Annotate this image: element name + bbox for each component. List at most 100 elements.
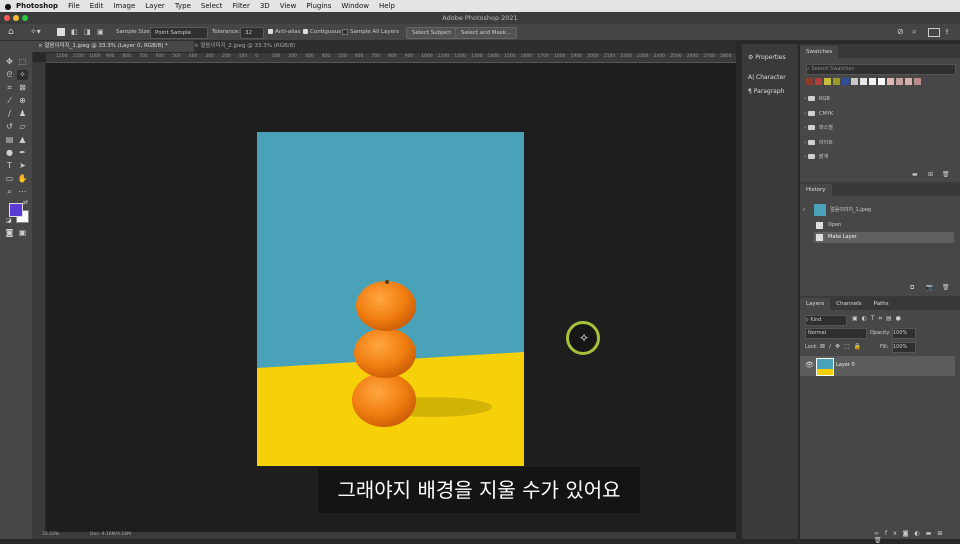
add-to-selection-icon[interactable]: ◧	[71, 27, 78, 37]
select-subject-button[interactable]: Select Subject	[406, 27, 458, 39]
subtract-from-selection-icon[interactable]: ◨	[84, 27, 91, 37]
tab-document-2[interactable]: × 얼음이미지_2.jpeg @ 33.3% (RGB/8)	[188, 41, 340, 52]
swatch-folder-cmyk[interactable]: › CMYK	[804, 109, 833, 119]
tab-document-1[interactable]: × 얼음이미지_1.jpeg @ 33.3% (Layer 0, RGB/8) …	[32, 41, 194, 52]
sample-all-layers-checkbox[interactable]: Sample All Layers	[342, 27, 399, 37]
intersect-selection-icon[interactable]: ▣	[97, 27, 104, 37]
history-snapshot[interactable]: ✓ 얼음이미지_1.jpeg	[802, 202, 954, 218]
tab-history[interactable]: History	[800, 184, 832, 196]
menu-window[interactable]: Window	[341, 2, 369, 10]
menu-layer[interactable]: Layer	[145, 2, 165, 10]
brush-tool-icon[interactable]: ∕	[4, 109, 15, 119]
pen-tool-icon[interactable]: ✒	[17, 148, 28, 158]
type-tool-icon[interactable]: T	[4, 161, 15, 171]
create-snapshot-icon[interactable]: 📷	[926, 284, 933, 291]
new-swatch-icon[interactable]: ⊞	[928, 171, 933, 178]
color-swatch[interactable]	[887, 78, 894, 85]
swatch-search-input[interactable]: ⌕ Search Swatches	[806, 64, 956, 75]
tab-layers[interactable]: Layers	[800, 298, 831, 310]
tab-swatches[interactable]: Swatches	[800, 46, 839, 58]
layer-filter-kind-select[interactable]: ⌕ Kind	[805, 315, 847, 326]
color-swatch[interactable]	[914, 78, 921, 85]
menu-filter[interactable]: Filter	[233, 2, 250, 10]
edit-toolbar-icon[interactable]: ⋯	[17, 187, 28, 197]
lasso-tool-icon[interactable]: ᘓ	[4, 70, 15, 80]
menu-file[interactable]: File	[68, 2, 80, 10]
spot-healing-tool-icon[interactable]: ⊕	[17, 96, 28, 106]
color-swatch[interactable]	[842, 78, 849, 85]
color-swatch[interactable]	[815, 78, 822, 85]
character-panel-button[interactable]: A| Character	[748, 74, 786, 81]
home-icon[interactable]: ⌂	[8, 27, 14, 37]
tab-channels[interactable]: Channels	[830, 298, 867, 310]
select-and-mask-button[interactable]: Select and Mask...	[455, 27, 518, 39]
clone-stamp-tool-icon[interactable]: ♟	[17, 109, 28, 119]
delete-swatch-icon[interactable]: 🗑	[942, 171, 950, 178]
menu-edit[interactable]: Edit	[90, 2, 104, 10]
menu-type[interactable]: Type	[175, 2, 191, 10]
swatch-folder-3[interactable]: › 파스텔	[804, 123, 833, 133]
minimize-window-button[interactable]	[13, 15, 19, 21]
menu-plugins[interactable]: Plugins	[306, 2, 331, 10]
color-swatch[interactable]	[878, 78, 885, 85]
swatch-folder-5[interactable]: › 밝게	[804, 152, 828, 162]
fill-input[interactable]: 100%	[892, 342, 916, 353]
color-swatch[interactable]	[833, 78, 840, 85]
apple-icon[interactable]: ●	[0, 2, 16, 11]
share-document-icon[interactable]: ⇪	[944, 27, 950, 37]
color-swatch[interactable]	[896, 78, 903, 85]
magic-wand-tool-preset-icon[interactable]: ✧▾	[30, 27, 41, 37]
lock-icons[interactable]: ⊠∕✥⬚🔒	[820, 343, 865, 350]
menu-image[interactable]: Image	[113, 2, 135, 10]
eraser-tool-icon[interactable]: ▱	[17, 122, 28, 132]
eye-visibility-icon[interactable]: 👁	[805, 361, 814, 369]
hand-tool-icon[interactable]: ✋	[17, 174, 28, 184]
new-document-from-state-icon[interactable]: ⧉	[910, 284, 914, 292]
foreground-color-fill[interactable]	[9, 203, 23, 217]
sample-size-select[interactable]: Point Sample	[150, 27, 208, 39]
zoom-level[interactable]: 33.33%	[42, 532, 59, 537]
document-image[interactable]	[257, 132, 524, 466]
close-window-button[interactable]	[4, 15, 10, 21]
swatch-folder-rgb[interactable]: › RGB	[804, 94, 830, 104]
workspace-icon[interactable]	[928, 28, 940, 37]
menu-help[interactable]: Help	[379, 2, 395, 10]
layer-filter-icons[interactable]: ▣◐T⌗▤●	[852, 315, 905, 323]
magic-wand-tool-icon[interactable]: ✧	[17, 70, 28, 80]
color-swatch[interactable]	[869, 78, 876, 85]
app-name-menu[interactable]: Photoshop	[16, 2, 58, 10]
share-icon[interactable]: ⊘	[897, 27, 904, 37]
zoom-window-button[interactable]	[22, 15, 28, 21]
move-tool-icon[interactable]: ✥	[4, 57, 15, 67]
tab-paths[interactable]: Paths	[868, 298, 895, 310]
tab-close-icon[interactable]: ×	[38, 43, 43, 49]
layer-row[interactable]: 👁 Layer 0	[800, 356, 955, 376]
gradient-tool-icon[interactable]: ▤	[4, 135, 15, 145]
delete-state-icon[interactable]: 🗑	[942, 284, 950, 291]
blur-tool-icon[interactable]: ▲	[17, 135, 28, 145]
rectangle-tool-icon[interactable]: ▭	[4, 174, 15, 184]
opacity-input[interactable]: 100%	[892, 328, 916, 339]
tab-close-icon[interactable]: ×	[194, 43, 199, 49]
history-brush-tool-icon[interactable]: ↺	[4, 122, 15, 132]
search-icon[interactable]: ⌕	[912, 27, 916, 37]
history-item-open[interactable]: Open	[814, 220, 954, 231]
tolerance-input[interactable]: 32	[240, 27, 264, 39]
color-swatch[interactable]	[860, 78, 867, 85]
swatch-folder-4[interactable]: › 라이트	[804, 138, 833, 148]
crop-tool-icon[interactable]: ⌗	[4, 83, 15, 93]
menu-3d[interactable]: 3D	[260, 2, 270, 10]
blend-mode-select[interactable]: Normal	[805, 328, 867, 339]
color-swatch[interactable]	[806, 78, 813, 85]
artboard-tool-icon[interactable]: ⬚	[17, 57, 28, 67]
quick-mask-icon[interactable]: ◙	[4, 228, 15, 238]
anti-alias-checkbox[interactable]: Anti-alias	[268, 27, 301, 37]
layer-actions-icons[interactable]: ∞fx◙◐▬⊞🗑	[874, 530, 960, 544]
zoom-tool-icon[interactable]: ⌕	[4, 187, 15, 197]
color-swatch[interactable]	[851, 78, 858, 85]
contiguous-checkbox[interactable]: Contiguous	[303, 27, 341, 37]
dodge-tool-icon[interactable]: ●	[4, 148, 15, 158]
eyedropper-tool-icon[interactable]: ⁄	[4, 96, 15, 106]
new-selection-icon[interactable]	[57, 28, 65, 36]
screen-mode-icon[interactable]: ▣	[17, 228, 28, 238]
